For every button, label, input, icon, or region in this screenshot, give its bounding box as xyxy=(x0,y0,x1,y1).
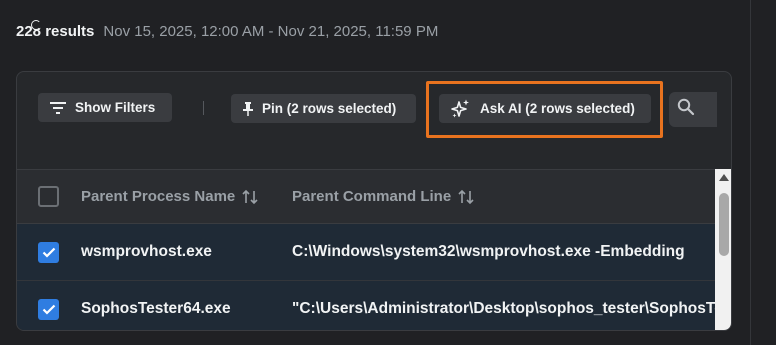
table-header: Parent Process Name Parent Command Line xyxy=(17,169,715,224)
row-checkbox[interactable] xyxy=(38,242,59,263)
table-row[interactable]: wsmprovhost.exe C:\Windows\system32\wsmp… xyxy=(17,224,715,281)
sort-icon[interactable] xyxy=(458,189,474,205)
sort-icon[interactable] xyxy=(242,189,258,205)
date-range: Nov 15, 2025, 12:00 AM - Nov 21, 2025, 1… xyxy=(103,23,439,40)
right-panel-divider xyxy=(750,0,751,345)
results-panel: Show Filters Pin (2 rows selected) Ask A… xyxy=(16,71,732,331)
loading-spinner-icon xyxy=(31,20,41,30)
toolbar-divider xyxy=(203,101,204,115)
command-line-cell: C:\Windows\system32\wsmprovhost.exe -Emb… xyxy=(292,243,685,260)
row-checkbox[interactable] xyxy=(38,299,59,320)
scroll-thumb[interactable] xyxy=(719,193,729,256)
table-toolbar: Show Filters Pin (2 rows selected) Ask A… xyxy=(17,72,731,170)
pin-button[interactable]: Pin (2 rows selected) xyxy=(231,94,416,123)
checkmark-icon xyxy=(42,304,55,315)
select-all-checkbox[interactable] xyxy=(38,186,59,207)
search-button[interactable] xyxy=(669,92,717,127)
ask-ai-button[interactable]: Ask AI (2 rows selected) xyxy=(439,94,651,123)
show-filters-label: Show Filters xyxy=(75,100,156,115)
column-header-parent-command-line[interactable]: Parent Command Line xyxy=(292,188,474,205)
ask-ai-label: Ask AI (2 rows selected) xyxy=(480,101,635,116)
filter-icon xyxy=(50,101,66,114)
process-name-cell: SophosTester64.exe xyxy=(81,300,231,317)
column-header-parent-process-name[interactable]: Parent Process Name xyxy=(81,188,258,205)
pin-icon xyxy=(243,101,253,116)
checkmark-icon xyxy=(42,247,55,258)
pin-label: Pin (2 rows selected) xyxy=(262,101,397,116)
search-icon xyxy=(677,98,695,121)
process-name-cell: wsmprovhost.exe xyxy=(81,243,212,260)
table-scrollbar[interactable] xyxy=(715,169,731,330)
results-count: 228 results xyxy=(16,23,95,40)
scroll-up-arrow-icon[interactable] xyxy=(719,174,729,181)
show-filters-button[interactable]: Show Filters xyxy=(38,93,172,122)
table-row[interactable]: SophosTester64.exe "C:\Users\Administrat… xyxy=(17,281,715,330)
results-summary: 228 results Nov 15, 2025, 12:00 AM - Nov… xyxy=(16,20,439,43)
sparkle-icon xyxy=(451,99,471,119)
command-line-cell: "C:\Users\Administrator\Desktop\sophos_t… xyxy=(292,300,715,317)
